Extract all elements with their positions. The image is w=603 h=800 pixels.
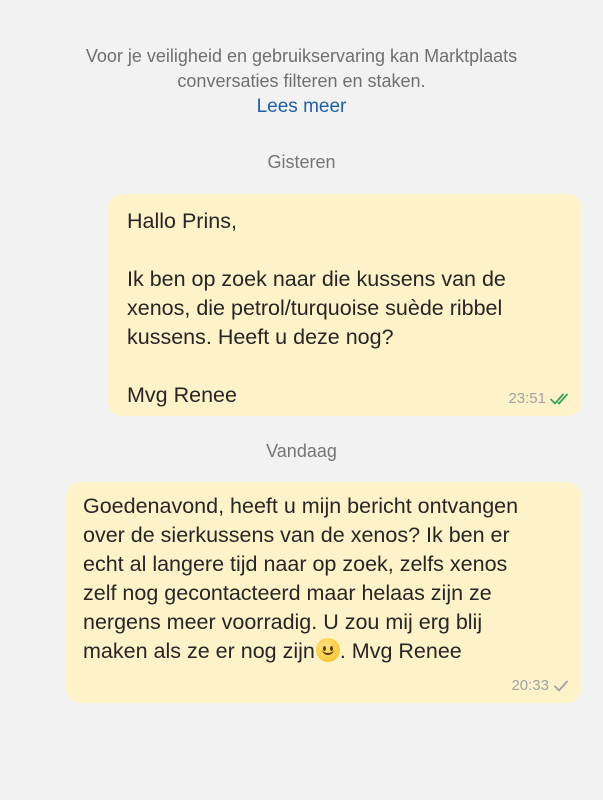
safety-notice-line-2: conversaties filteren en staken. bbox=[177, 71, 426, 91]
message-text-part-2: . Mvg Renee bbox=[339, 639, 462, 663]
message-meta: 20:33 bbox=[511, 677, 569, 695]
slightly-smiling-face-icon bbox=[315, 638, 340, 662]
message-text: Goedenavond, heeft u mijn bericht ontvan… bbox=[83, 492, 563, 666]
message-time: 23:51 bbox=[508, 390, 546, 407]
safety-notice: Voor je veiligheid en gebruikservaring k… bbox=[0, 44, 603, 119]
check-icon bbox=[553, 679, 569, 693]
read-more-link[interactable]: Lees meer bbox=[257, 95, 347, 119]
day-separator-yesterday: Gisteren bbox=[267, 152, 336, 172]
message-text: Hallo Prins, Ik ben op zoek naar die kus… bbox=[127, 209, 506, 407]
day-separator-today: Vandaag bbox=[266, 441, 337, 461]
message-time: 20:33 bbox=[511, 677, 549, 694]
message-meta: 23:51 bbox=[508, 390, 570, 408]
double-check-icon bbox=[550, 392, 570, 406]
message-bubble-outgoing[interactable]: Goedenavond, heeft u mijn bericht ontvan… bbox=[66, 482, 581, 703]
safety-notice-line-1: Voor je veiligheid en gebruikservaring k… bbox=[85, 46, 518, 66]
message-text-part-1: Goedenavond, heeft u mijn bericht ontvan… bbox=[83, 494, 519, 663]
message-bubble-outgoing[interactable]: Hallo Prins, Ik ben op zoek naar die kus… bbox=[108, 194, 582, 416]
